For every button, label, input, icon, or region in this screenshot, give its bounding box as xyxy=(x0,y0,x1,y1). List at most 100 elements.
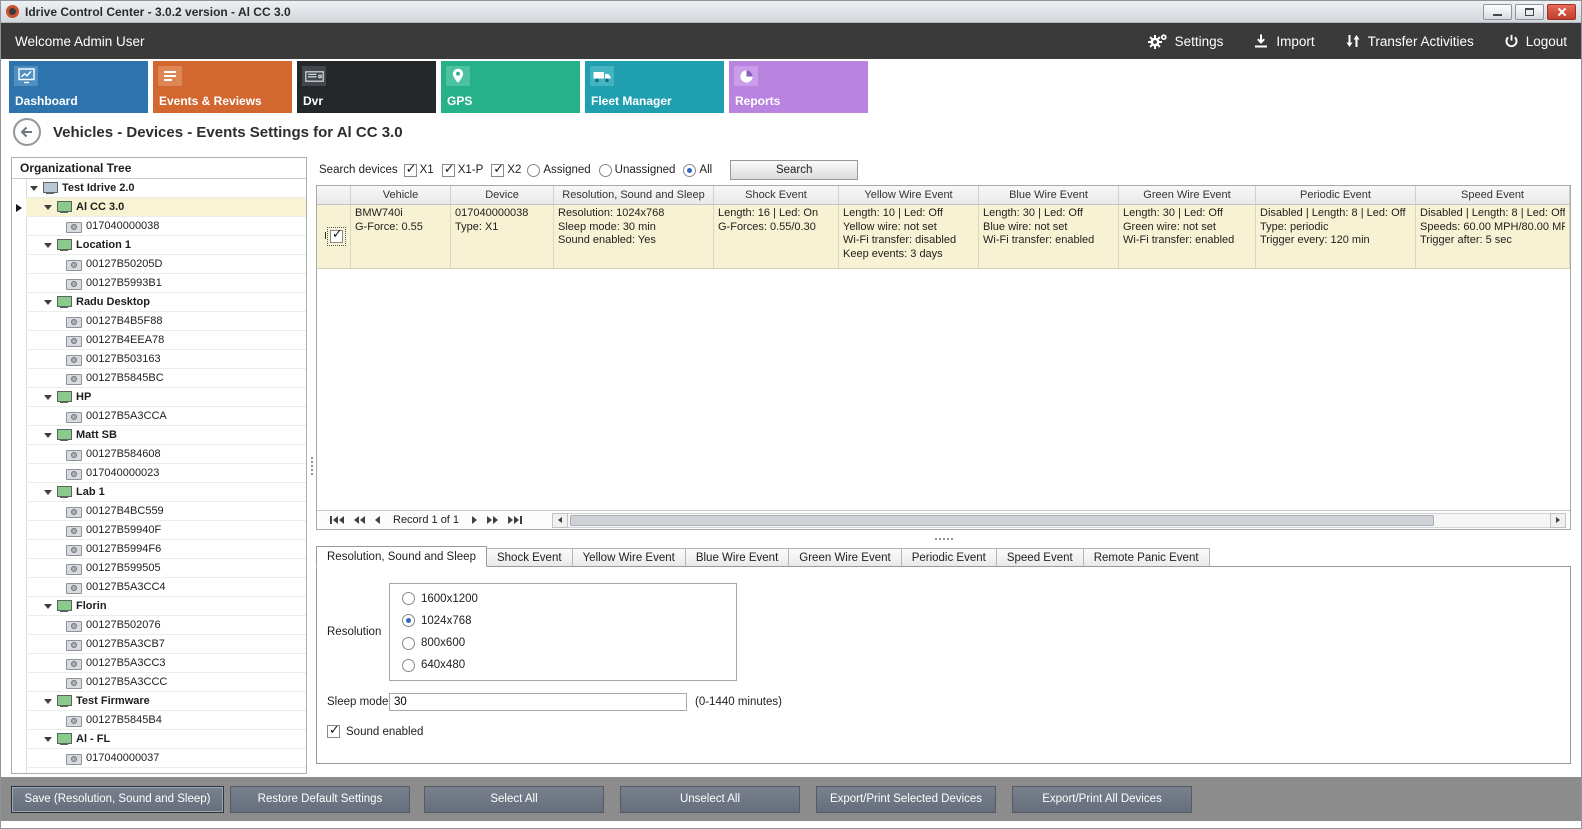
column-header-resolution-sound-and-sleep[interactable]: Resolution, Sound and Sleep xyxy=(554,186,714,204)
column-header-speed-event[interactable]: Speed Event xyxy=(1416,186,1570,204)
next-record-button[interactable] xyxy=(472,516,477,524)
tree-item-al-fl[interactable]: Al - FL xyxy=(12,730,306,749)
column-header-vehicle[interactable]: Vehicle xyxy=(351,186,451,204)
column-header-device[interactable]: Device xyxy=(451,186,554,204)
row-select-checkbox[interactable] xyxy=(330,230,343,243)
checkbox-icon[interactable] xyxy=(442,164,455,177)
tree-item-00127b5a3cb7[interactable]: 00127B5A3CB7 xyxy=(12,635,306,654)
tree-item-017040000038[interactable]: 017040000038 xyxy=(12,217,306,236)
import-button[interactable]: Import xyxy=(1253,33,1314,49)
nav-tile-dvr[interactable]: Dvr xyxy=(297,61,436,113)
tab-blue-wire-event[interactable]: Blue Wire Event xyxy=(686,548,789,567)
expander-icon[interactable] xyxy=(30,186,38,191)
expander-icon[interactable] xyxy=(44,433,52,438)
expander-icon[interactable] xyxy=(44,243,52,248)
column-header-periodic-event[interactable]: Periodic Event xyxy=(1256,186,1416,204)
close-button[interactable] xyxy=(1547,4,1576,20)
maximize-button[interactable] xyxy=(1515,4,1544,20)
export-print-all-devices-button[interactable]: Export/Print All Devices xyxy=(1012,786,1192,813)
unselect-all-button[interactable]: Unselect All xyxy=(620,786,800,813)
tree-item-radu-desktop[interactable]: Radu Desktop xyxy=(12,293,306,312)
assignment-filter-unassigned[interactable]: Unassigned xyxy=(599,164,676,177)
first-record-button[interactable] xyxy=(330,516,344,524)
tree-item-florin[interactable]: Florin xyxy=(12,597,306,616)
radio-icon[interactable] xyxy=(683,164,696,177)
save-resolution-sound-and-sleep-button[interactable]: Save (Resolution, Sound and Sleep) xyxy=(11,786,224,813)
column-header-green-wire-event[interactable]: Green Wire Event xyxy=(1119,186,1256,204)
nav-tile-fleet-manager[interactable]: Fleet Manager xyxy=(585,61,724,113)
minimize-button[interactable] xyxy=(1483,4,1512,20)
tree-item-00127b4b5f88[interactable]: 00127B4B5F88 xyxy=(12,312,306,331)
checkbox-icon[interactable] xyxy=(404,164,417,177)
tree-item-location-1[interactable]: Location 1 xyxy=(12,236,306,255)
tree-item-00127b5a3ccc[interactable]: 00127B5A3CCC xyxy=(12,673,306,692)
resolution-option-800x600[interactable]: 800x600 xyxy=(402,637,724,650)
scrollbar-track[interactable] xyxy=(568,513,1550,528)
tree-item-00127b59940f[interactable]: 00127B59940F xyxy=(12,521,306,540)
sound-enabled-checkbox[interactable] xyxy=(327,725,340,738)
column-header-shock-event[interactable]: Shock Event xyxy=(714,186,839,204)
resolution-option-1600x1200[interactable]: 1600x1200 xyxy=(402,592,724,605)
nav-tile-gps[interactable]: GPS xyxy=(441,61,580,113)
restore-default-settings-button[interactable]: Restore Default Settings xyxy=(230,786,410,813)
tab-green-wire-event[interactable]: Green Wire Event xyxy=(789,548,901,567)
checkbox-icon[interactable] xyxy=(491,164,504,177)
grid-cell-resolution-sound-and-sleep[interactable]: Resolution: 1024x768Sleep mode: 30 minSo… xyxy=(554,205,714,268)
expander-icon[interactable] xyxy=(44,490,52,495)
nav-tile-reports[interactable]: Reports xyxy=(729,61,868,113)
nav-tile-events-reviews[interactable]: Events & Reviews xyxy=(153,61,292,113)
tree-item-00127b5845bc[interactable]: 00127B5845BC xyxy=(12,369,306,388)
tree-item-00127b50205d[interactable]: 00127B50205D xyxy=(12,255,306,274)
tree-item-017040000023[interactable]: 017040000023 xyxy=(12,464,306,483)
assignment-filter-all[interactable]: All xyxy=(683,164,712,177)
last-record-button[interactable] xyxy=(508,516,522,524)
tree-item-test-firmware[interactable]: Test Firmware xyxy=(12,692,306,711)
scrollbar-thumb[interactable] xyxy=(570,515,1434,526)
radio-icon[interactable] xyxy=(599,164,612,177)
expander-icon[interactable] xyxy=(44,300,52,305)
grid-cell-green-wire-event[interactable]: Length: 30 | Led: OffGreen wire: not set… xyxy=(1119,205,1256,268)
column-header-yellow-wire-event[interactable]: Yellow Wire Event xyxy=(839,186,979,204)
scroll-left-button[interactable] xyxy=(552,513,568,528)
tree-item-00127b5a3cca[interactable]: 00127B5A3CCA xyxy=(12,407,306,426)
tree-item-00127b5a3cc4[interactable]: 00127B5A3CC4 xyxy=(12,578,306,597)
transfer-activities-button[interactable]: Transfer Activities xyxy=(1345,33,1474,49)
grid-cell-shock-event[interactable]: Length: 16 | Led: OnG-Forces: 0.55/0.30 xyxy=(714,205,839,268)
column-header-blue-wire-event[interactable]: Blue Wire Event xyxy=(979,186,1119,204)
device-type-filter-x1[interactable]: X1 xyxy=(404,164,434,177)
tree-item-00127b503163[interactable]: 00127B503163 xyxy=(12,350,306,369)
tree-item-00127b4bc559[interactable]: 00127B4BC559 xyxy=(12,502,306,521)
logout-button[interactable]: Logout xyxy=(1504,34,1567,49)
settings-button[interactable]: Settings xyxy=(1147,33,1224,50)
expander-icon[interactable] xyxy=(44,699,52,704)
radio-icon[interactable] xyxy=(527,164,540,177)
expander-icon[interactable] xyxy=(44,604,52,609)
resolution-option-1024x768[interactable]: 1024x768 xyxy=(402,614,724,627)
tree-item-00127b502076[interactable]: 00127B502076 xyxy=(12,616,306,635)
tree-item-00127b5845b4[interactable]: 00127B5845B4 xyxy=(12,711,306,730)
vertical-splitter[interactable] xyxy=(307,157,316,774)
expander-icon[interactable] xyxy=(44,395,52,400)
horizontal-splitter[interactable] xyxy=(316,534,1571,544)
tab-periodic-event[interactable]: Periodic Event xyxy=(902,548,997,567)
nav-tile-dashboard[interactable]: Dashboard xyxy=(9,61,148,113)
tree-item-test-idrive-2-0[interactable]: Test Idrive 2.0 xyxy=(12,179,306,198)
grid-hscrollbar[interactable] xyxy=(552,513,1566,528)
resolution-option-640x480[interactable]: 640x480 xyxy=(402,659,724,672)
tree-item-00127b599505[interactable]: 00127B599505 xyxy=(12,559,306,578)
tree-item-al-cc-3-0[interactable]: Al CC 3.0 xyxy=(12,198,306,217)
expander-icon[interactable] xyxy=(44,737,52,742)
grid-row[interactable]: IBMW740iG-Force: 0.55017040000038Type: X… xyxy=(317,205,1570,269)
tree-item-00127b4eea78[interactable]: 00127B4EEA78 xyxy=(12,331,306,350)
expander-icon[interactable] xyxy=(44,205,52,210)
tree-item-hp[interactable]: HP xyxy=(12,388,306,407)
column-header-indicator[interactable] xyxy=(317,186,351,204)
tree-item-00127b5994f6[interactable]: 00127B5994F6 xyxy=(12,540,306,559)
tab-resolution-sound-and-sleep[interactable]: Resolution, Sound and Sleep xyxy=(316,546,487,567)
grid-cell-yellow-wire-event[interactable]: Length: 10 | Led: OffYellow wire: not se… xyxy=(839,205,979,268)
select-all-button[interactable]: Select All xyxy=(424,786,604,813)
grid-cell-periodic-event[interactable]: Disabled | Length: 8 | Led: OffType: per… xyxy=(1256,205,1416,268)
search-button[interactable]: Search xyxy=(730,160,858,180)
tree-item-00127b5a3cc3[interactable]: 00127B5A3CC3 xyxy=(12,654,306,673)
radio-icon[interactable] xyxy=(402,614,415,627)
